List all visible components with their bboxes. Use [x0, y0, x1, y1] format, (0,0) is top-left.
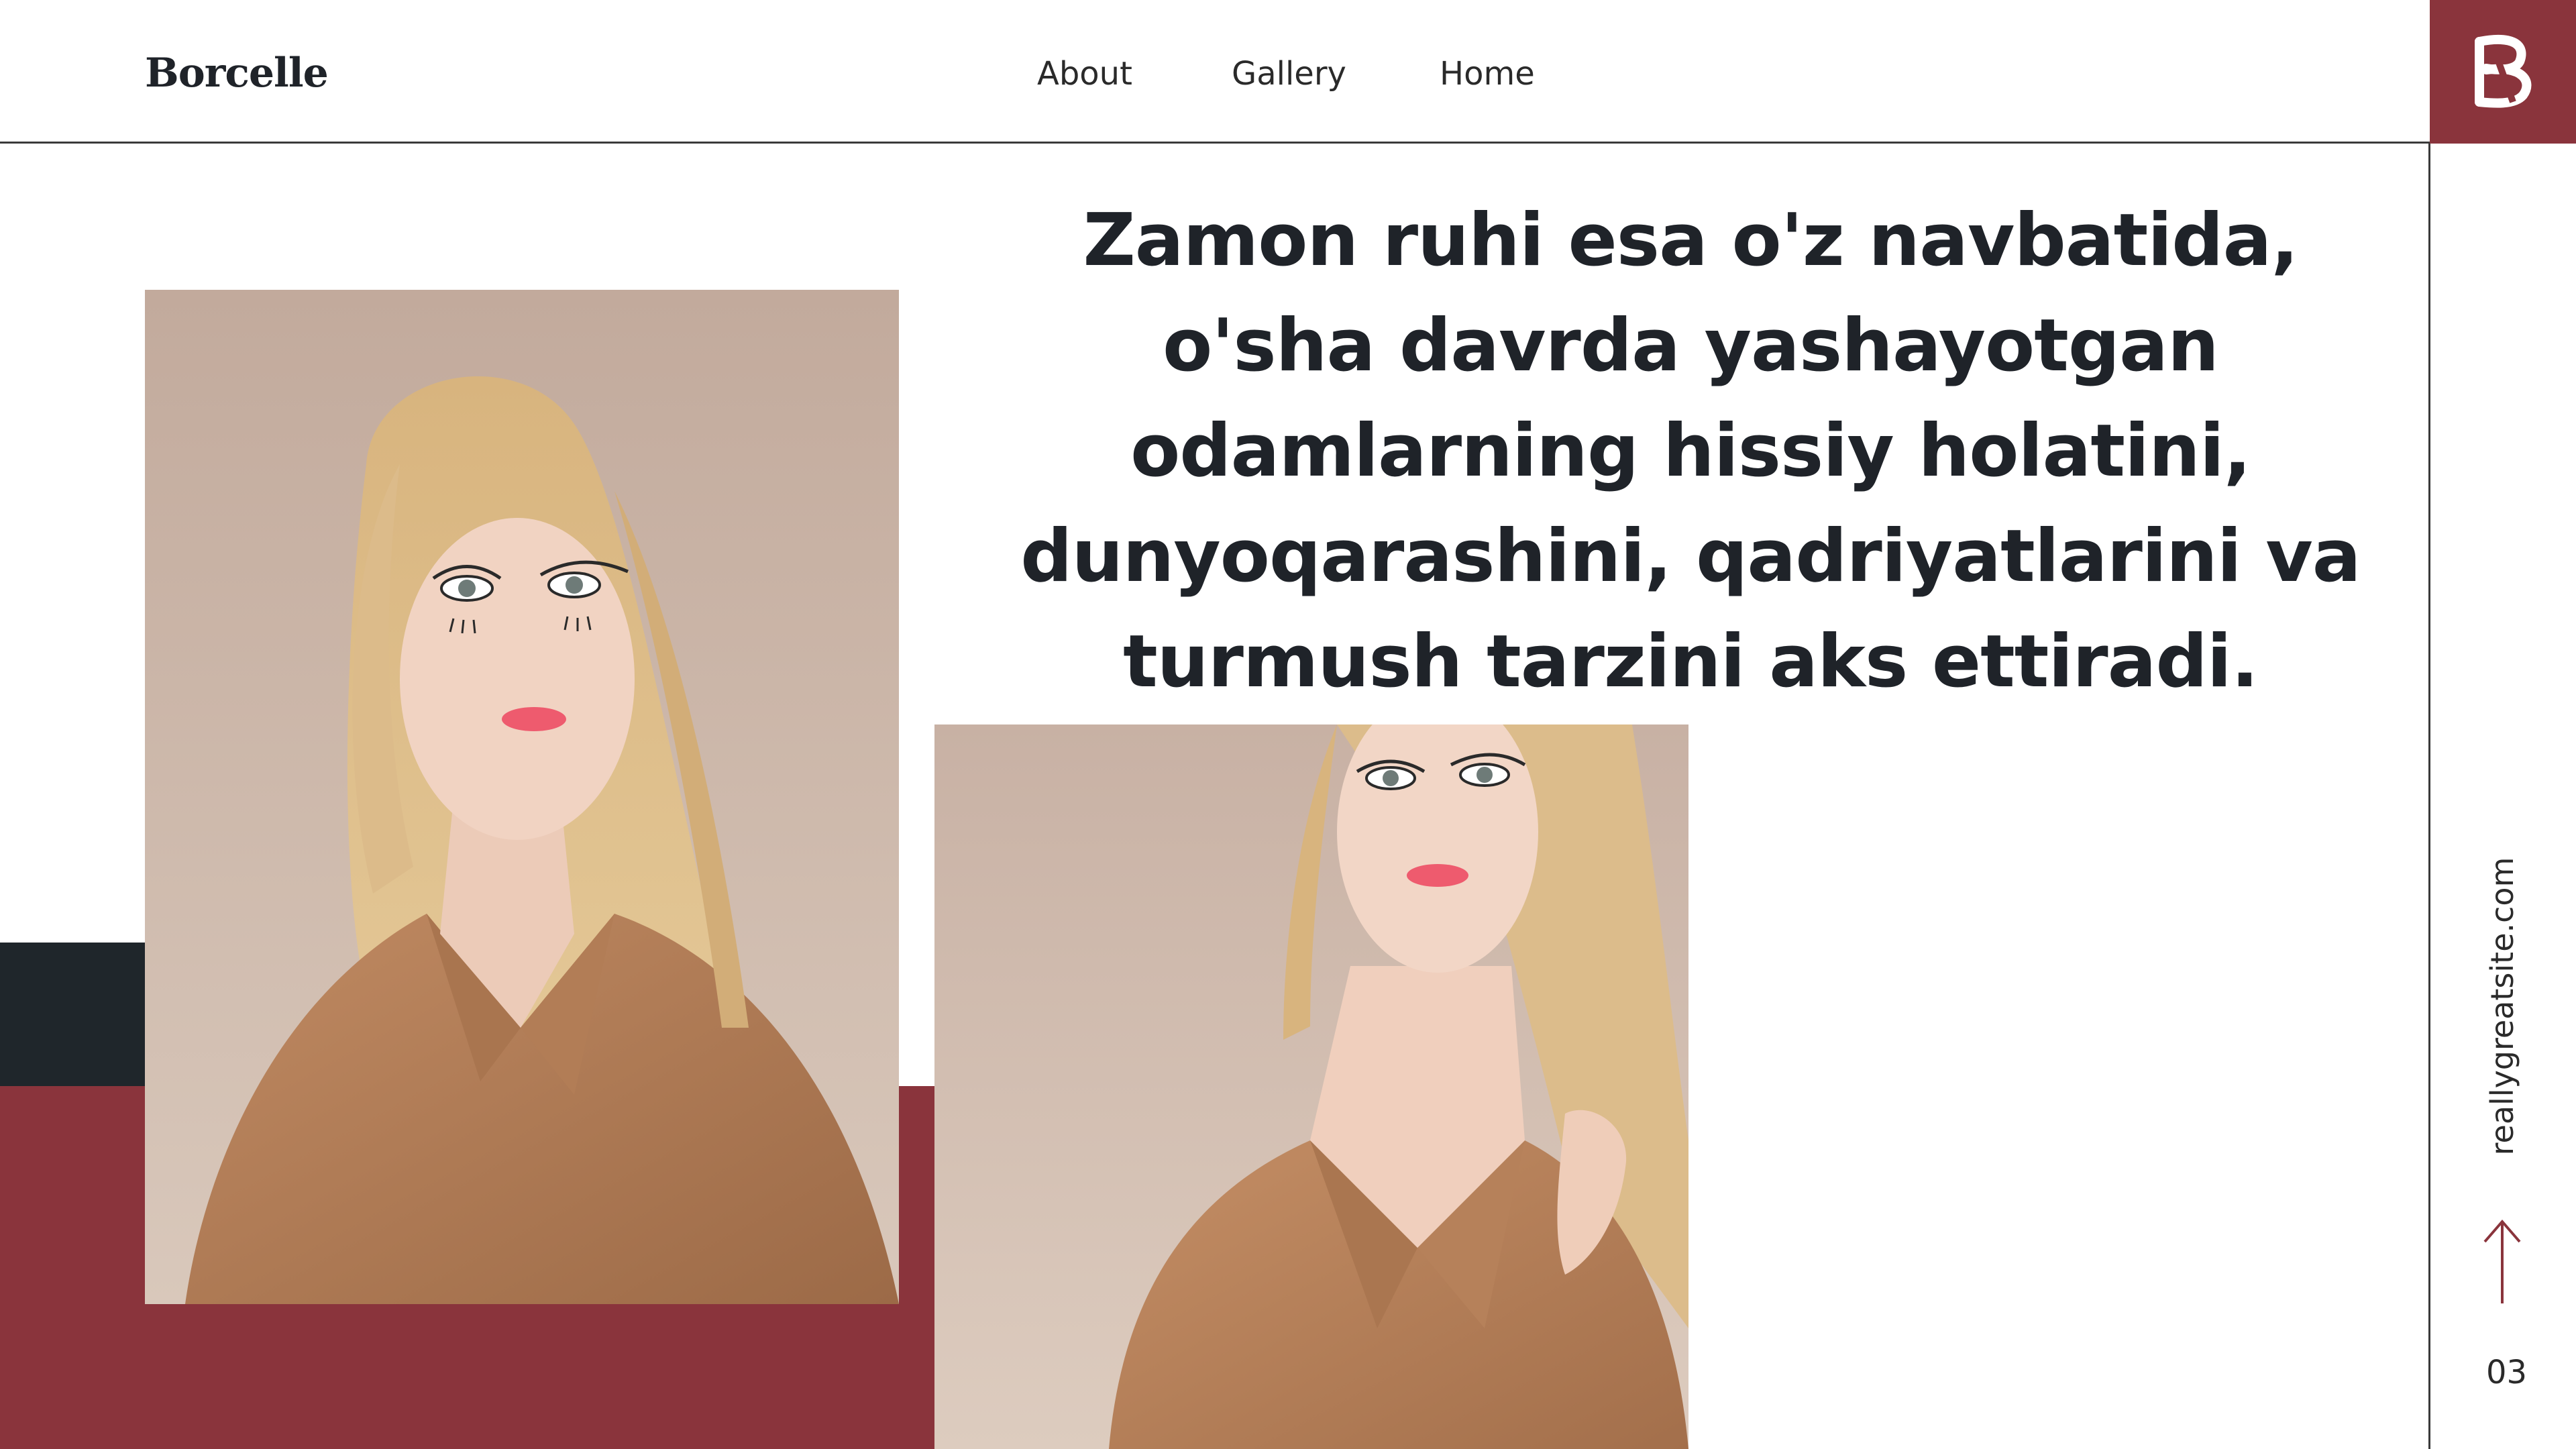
model-photo-left — [145, 290, 899, 1304]
borcelle-b-logo-icon — [2475, 34, 2532, 108]
nav-item-about[interactable]: About — [1037, 55, 1132, 93]
model-photo-right — [934, 724, 1688, 1449]
nav-item-home[interactable]: Home — [1440, 55, 1535, 93]
website-url[interactable]: reallygreatsite.com — [2484, 857, 2520, 1156]
vertical-divider — [2428, 144, 2430, 1449]
arrow-up-icon[interactable] — [2482, 1218, 2522, 1305]
nav-item-gallery[interactable]: Gallery — [1232, 55, 1346, 93]
brand-logo-badge[interactable] — [2430, 0, 2576, 144]
headline-quote: Zamon ruhi esa o'z navbatida, o'sha davr… — [1020, 199, 2361, 704]
decor-dark-block — [0, 943, 145, 1086]
header: Borcelle About Gallery Home — [0, 0, 2430, 144]
brand-logo-text[interactable]: Borcelle — [145, 50, 329, 97]
page-number: 03 — [2486, 1354, 2528, 1391]
